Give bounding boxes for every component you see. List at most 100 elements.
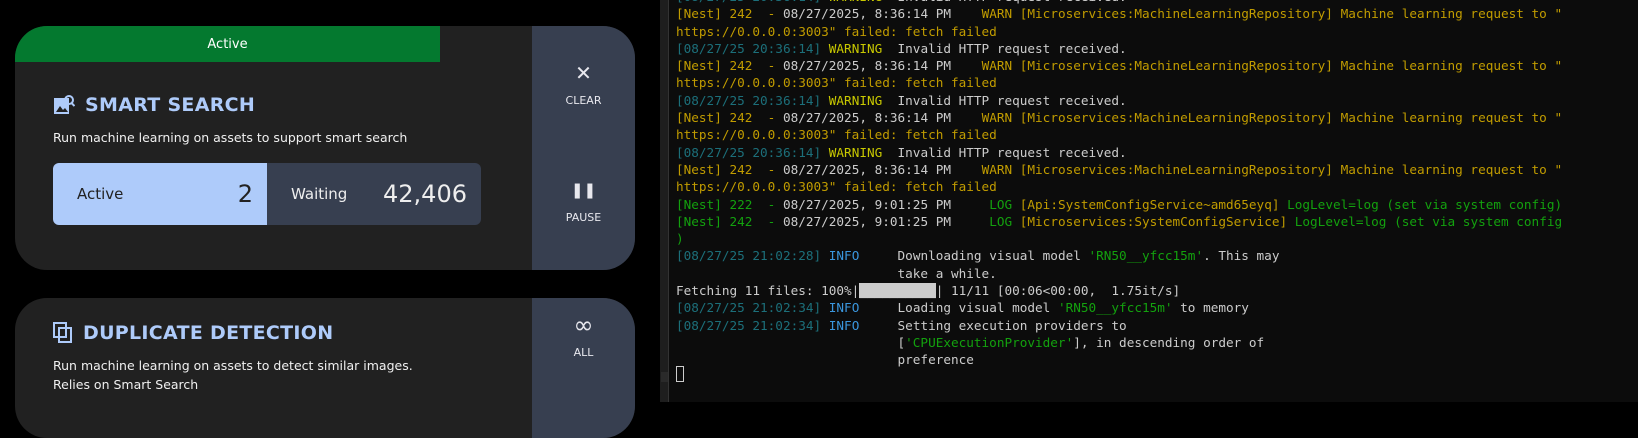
pause-icon: ❚❚	[570, 181, 597, 199]
job-counts: Active 2 Waiting 42,406	[53, 163, 481, 225]
log-line: [Nest] 242 - 08/27/2025, 8:36:14 PM WARN…	[676, 5, 1562, 22]
log-segment: INFO	[821, 248, 860, 264]
job-title: DUPLICATE DETECTION	[53, 322, 333, 344]
log-segment: INFO	[821, 300, 860, 316]
log-segment: Invalid HTTP request received.	[889, 92, 1127, 108]
log-segment: Fetching 11 files: 100%|	[676, 283, 860, 299]
log-segment: . This may	[1203, 248, 1280, 264]
duplicate-icon	[53, 322, 72, 343]
log-segment: [Nest] 242 -	[676, 6, 783, 22]
log-segment: [08/27/25 20:36:14]	[676, 92, 822, 108]
log-segment: Invalid HTTP request received.	[889, 40, 1127, 56]
log-segment: [Nest] 242 -	[676, 161, 783, 177]
log-line: [08/27/25 21:02:34] INFO Setting executi…	[676, 317, 1562, 334]
log-segment: [08/27/25 20:36:14]	[676, 40, 822, 56]
log-line: )	[676, 230, 1562, 247]
scrollbar-thumb[interactable]	[661, 372, 668, 382]
log-segment: ██████████	[859, 283, 936, 299]
log-segment: [Nest] 242 -	[676, 110, 783, 126]
waiting-label: Waiting	[291, 185, 348, 203]
log-segment: WARNING	[821, 144, 890, 160]
log-segment: [08/27/25 21:02:28]	[676, 248, 822, 264]
log-line: [08/27/25 21:02:28] INFO Downloading vis…	[676, 247, 1562, 264]
job-title-text: DUPLICATE DETECTION	[83, 322, 334, 344]
job-status-banner: Active	[15, 26, 440, 62]
log-segment: [Nest] 242 -	[676, 213, 783, 229]
close-icon: ✕	[575, 61, 592, 85]
log-line: [Nest] 242 - 08/27/2025, 9:01:25 PM LOG …	[676, 213, 1562, 230]
log-segment: Setting execution providers to	[859, 317, 1127, 333]
active-label: Active	[77, 185, 124, 203]
log-line: take a while.	[676, 265, 1562, 282]
log-segment: LogLevel=log (set via system config	[1287, 213, 1563, 229]
log-segment: https://0.0.0.0:3003" failed: fetch fail…	[676, 23, 997, 39]
log-line: https://0.0.0.0:3003" failed: fetch fail…	[676, 178, 1562, 195]
log-segment: preference	[676, 352, 974, 368]
log-segment: [08/27/25 20:36:14]	[676, 144, 822, 160]
log-segment: WARN [Microservices:MachineLearningRepos…	[951, 58, 1563, 74]
infinity-icon: ∞	[573, 311, 594, 339]
run-all-button[interactable]: ∞ ALL	[532, 311, 635, 359]
log-segment: WARNING	[821, 92, 890, 108]
waiting-count: 42,406	[383, 180, 467, 208]
log-segment: [08/27/25 21:02:34]	[676, 317, 822, 333]
job-title-text: SMART SEARCH	[85, 94, 256, 116]
active-count-box: Active 2	[53, 163, 267, 225]
log-line: [08/27/25 21:02:34] INFO Loading visual …	[676, 299, 1562, 316]
log-segment: [Microservices:SystemConfigService]	[1019, 213, 1288, 229]
log-line: [08/27/25 20:36:14] WARNING Invalid HTTP…	[676, 144, 1562, 161]
log-segment: Invalid HTTP request received.	[890, 0, 1127, 4]
log-line: https://0.0.0.0:3003" failed: fetch fail…	[676, 23, 1562, 40]
log-line: [Nest] 242 - 08/27/2025, 8:36:14 PM WARN…	[676, 109, 1562, 126]
log-line: [Nest] 242 - 08/27/2025, 8:36:14 PM WARN…	[676, 57, 1562, 74]
log-segment: WARNING	[821, 40, 890, 56]
job-title: SMART SEARCH	[53, 94, 255, 116]
log-segment: [Nest] 242 -	[676, 58, 783, 74]
log-segment: 08/27/2025, 8:36:14 PM	[782, 110, 952, 126]
job-actions: ∞ ALL	[532, 298, 635, 438]
log-segment: LogLevel=log (set via system config)	[1279, 196, 1563, 212]
log-segment: ], in descending order of	[1073, 334, 1265, 350]
log-segment: https://0.0.0.0:3003" failed: fetch fail…	[676, 75, 997, 91]
log-segment: INFO	[821, 317, 860, 333]
job-description: Run machine learning on assets to suppor…	[53, 130, 408, 145]
log-segment: [08/27/25 20:36:14]	[676, 0, 821, 4]
log-segment: 08/27/2025, 9:01:25 PM	[782, 213, 952, 229]
log-segment: WARN [Microservices:MachineLearningRepos…	[951, 6, 1563, 22]
log-segment: 08/27/2025, 8:36:14 PM	[782, 58, 952, 74]
log-segment: Loading visual model	[859, 300, 1058, 316]
log-segment: [Nest] 222 -	[676, 196, 783, 212]
all-label: ALL	[573, 346, 594, 359]
clear-button[interactable]: ✕ CLEAR	[532, 62, 635, 145]
log-segment: 08/27/2025, 8:36:14 PM	[782, 161, 952, 177]
terminal-output: [08/27/25 20:36:14] WARNING Invalid HTTP…	[676, 0, 1562, 369]
pause-button[interactable]: ❚❚ PAUSE	[532, 179, 635, 270]
log-segment: https://0.0.0.0:3003" failed: fetch fail…	[676, 179, 997, 195]
log-segment: Downloading visual model	[859, 248, 1089, 264]
log-line: preference	[676, 351, 1562, 368]
log-line: [08/27/25 20:36:14] WARNING Invalid HTTP…	[676, 92, 1562, 109]
duplicate-detection-job-card: DUPLICATE DETECTION Run machine learning…	[15, 298, 635, 438]
log-segment: https://0.0.0.0:3003" failed: fetch fail…	[676, 127, 997, 143]
log-segment: WARN [Microservices:MachineLearningRepos…	[951, 161, 1563, 177]
log-line: [08/27/25 20:36:14] WARNING Invalid HTTP…	[676, 40, 1562, 57]
terminal[interactable]: [08/27/25 20:36:14] WARNING Invalid HTTP…	[660, 0, 1638, 402]
log-segment: 08/27/2025, 9:01:25 PM	[782, 196, 952, 212]
job-actions: ✕ CLEAR ❚❚ PAUSE	[532, 26, 635, 270]
log-segment: LOG	[951, 213, 1020, 229]
terminal-scrollbar[interactable]	[660, 0, 669, 402]
log-segment: 'CPUExecutionProvider'	[905, 334, 1074, 350]
log-segment: LOG	[951, 196, 1020, 212]
log-segment: [Api:SystemConfigService~amd65eyq]	[1019, 196, 1280, 212]
pause-label: PAUSE	[565, 211, 602, 224]
log-line: [Nest] 242 - 08/27/2025, 8:36:14 PM WARN…	[676, 161, 1562, 178]
log-line: https://0.0.0.0:3003" failed: fetch fail…	[676, 74, 1562, 91]
active-count: 2	[237, 180, 253, 208]
log-segment: WARNING	[821, 0, 890, 4]
log-line: https://0.0.0.0:3003" failed: fetch fail…	[676, 126, 1562, 143]
log-segment: )	[676, 231, 684, 247]
log-segment: 'RN50__yfcc15m'	[1057, 300, 1173, 316]
log-segment: WARN [Microservices:MachineLearningRepos…	[951, 110, 1563, 126]
log-segment: Invalid HTTP request received.	[889, 144, 1127, 160]
log-segment: 08/27/2025, 8:36:14 PM	[782, 6, 952, 22]
